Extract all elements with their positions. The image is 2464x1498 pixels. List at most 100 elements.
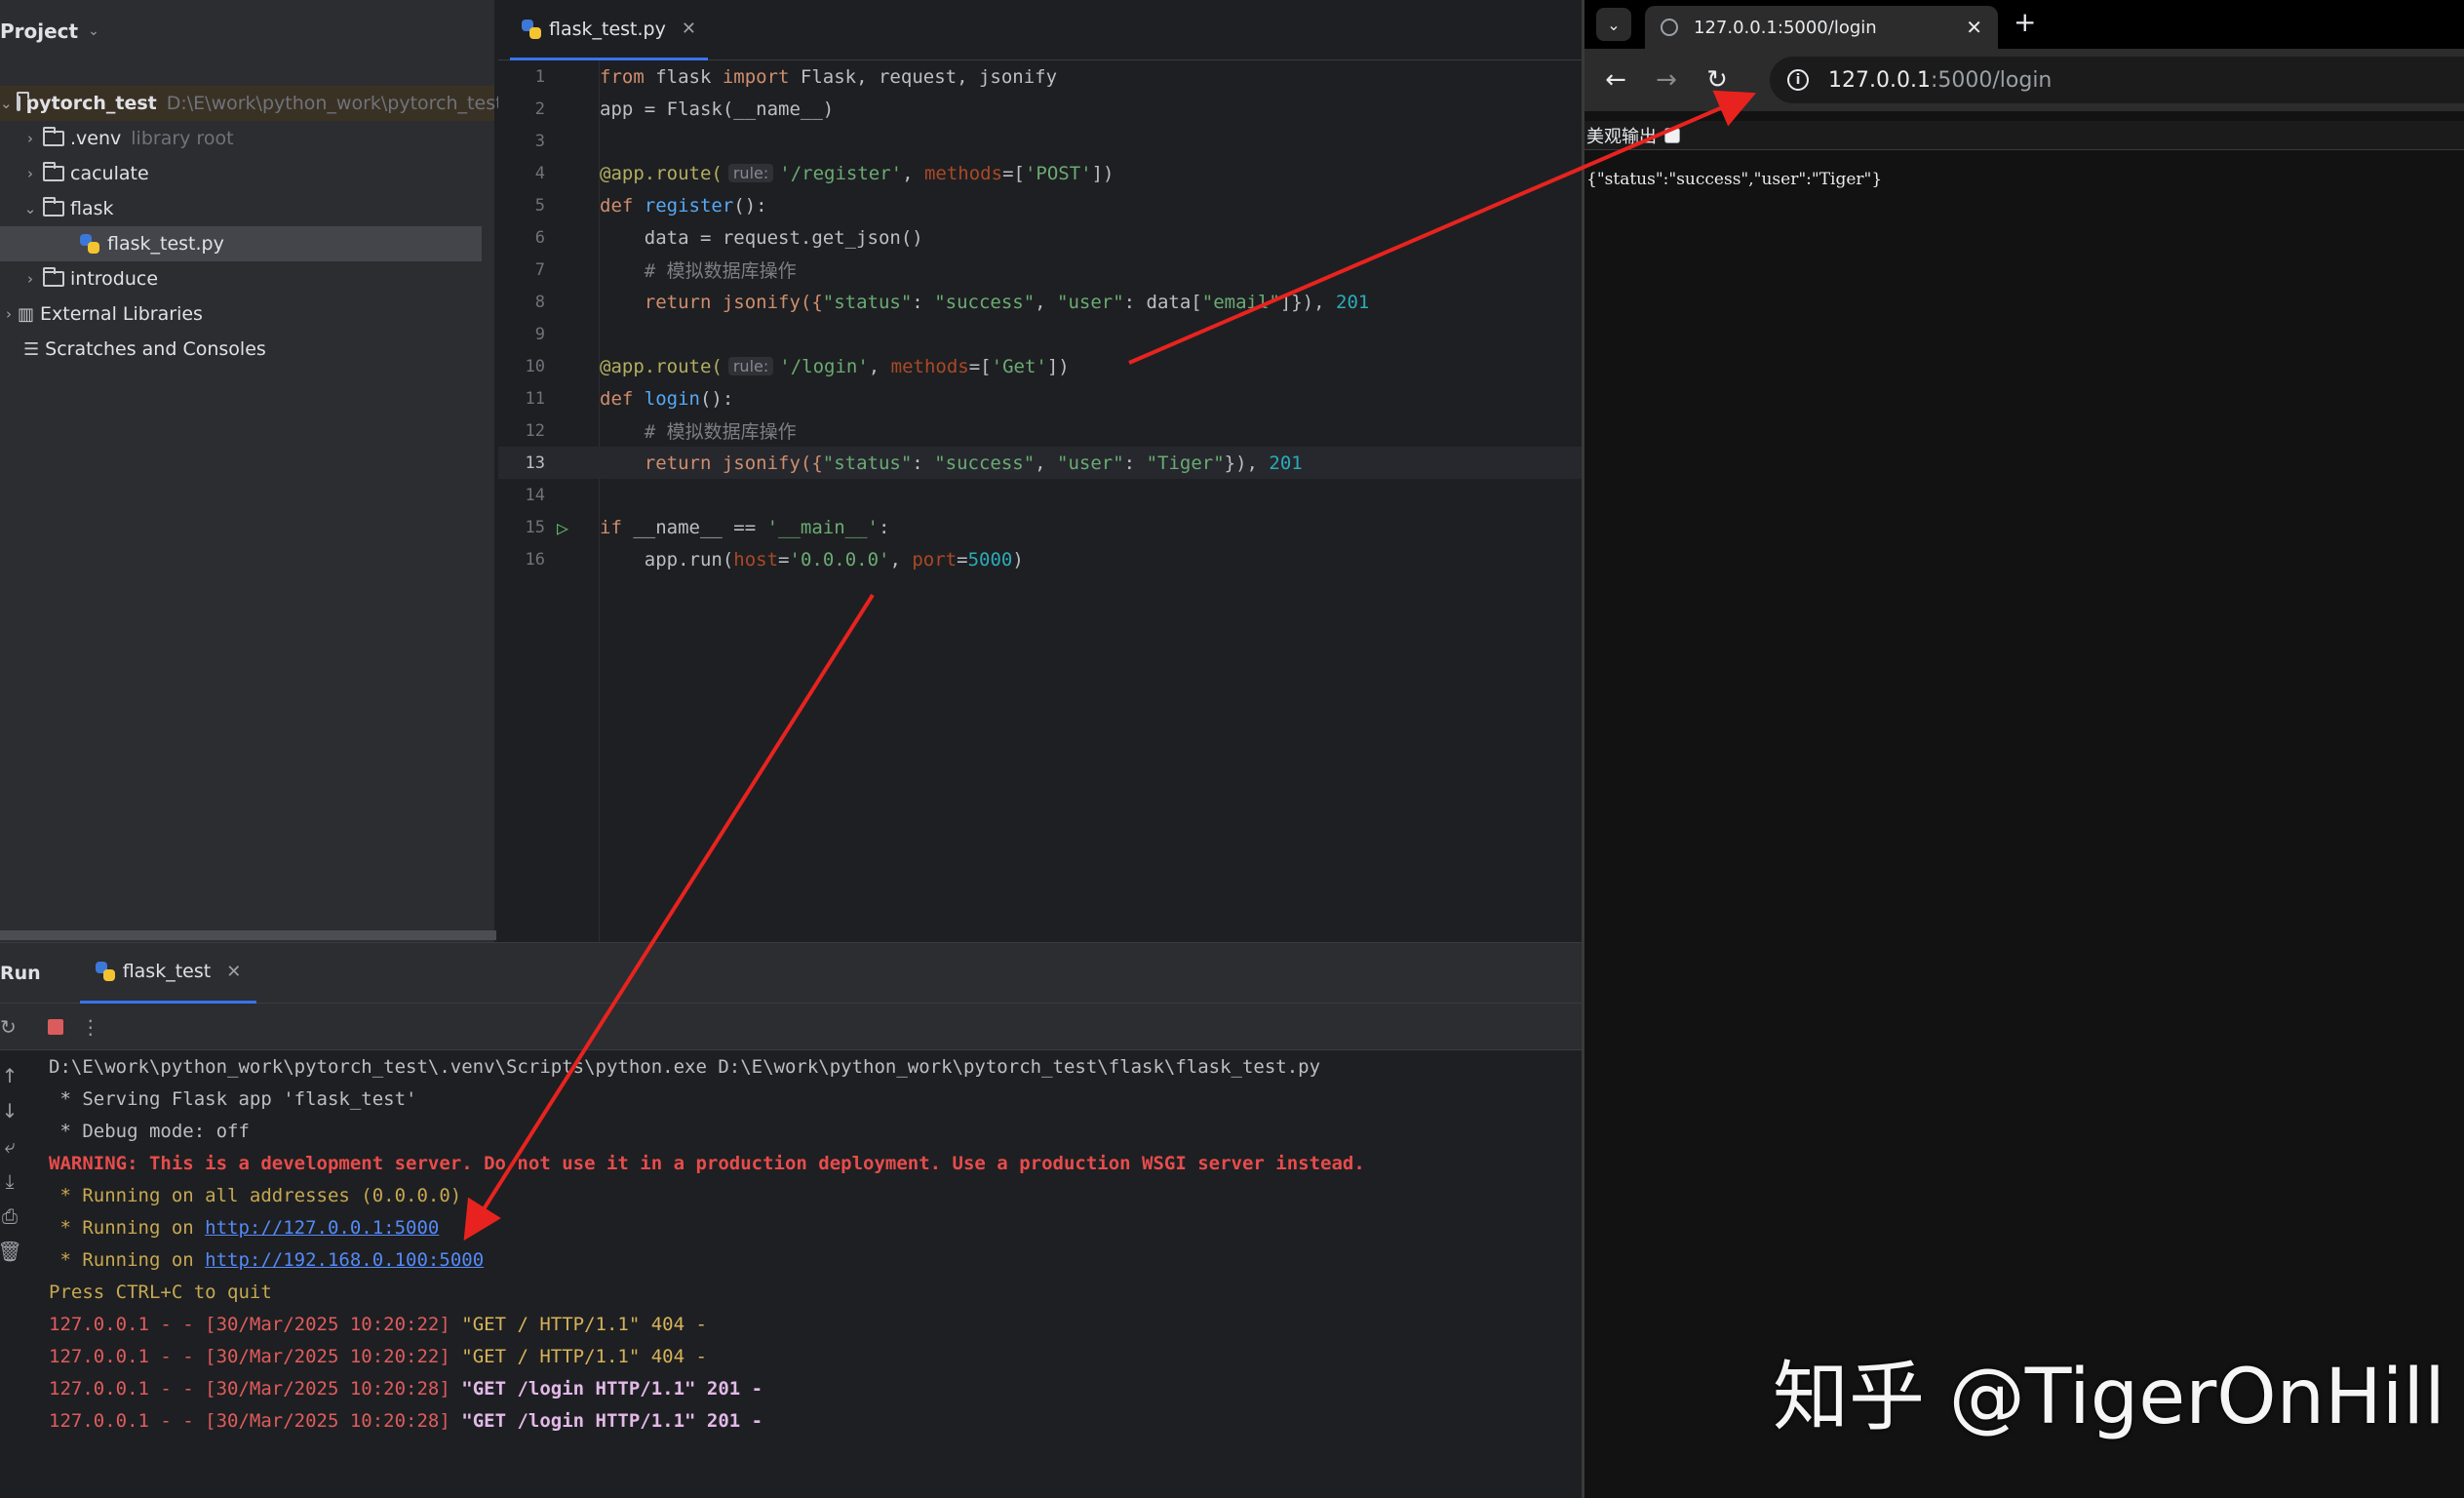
ide-window: Project ⌄ ⌄ pytorch_test D:\E\work\pytho… — [0, 0, 1582, 1498]
browser-tab[interactable]: 127.0.0.1:5000/login ✕ — [1645, 6, 1998, 49]
print-icon[interactable]: ⎙ — [2, 1204, 18, 1228]
code-token: data = request.get_json() — [600, 226, 923, 249]
code-token: @app.route( — [600, 355, 723, 377]
code-token: , — [889, 548, 913, 571]
tree-item-scratches[interactable]: ☰ Scratches and Consoles — [0, 332, 494, 367]
back-icon[interactable]: ← — [1590, 65, 1641, 95]
chevron-right-icon[interactable]: › — [21, 165, 39, 182]
line-number: 1 — [534, 66, 545, 87]
line-number: 6 — [534, 227, 545, 248]
line-number: 2 — [534, 99, 545, 119]
close-icon[interactable]: ✕ — [226, 962, 241, 982]
code-line: 14 — [498, 479, 1582, 511]
code-token: @app.route( — [600, 162, 723, 184]
code-token: ]) — [1091, 162, 1115, 184]
run-toolbar: ↻ ⋮ — [0, 1004, 1582, 1050]
tree-item-caculate[interactable]: › caculate — [0, 156, 494, 191]
log-prefix: 127.0.0.1 - - [30/Mar/2025 10:20:28] — [49, 1409, 462, 1432]
chevron-down-icon[interactable]: ⌄ — [21, 200, 39, 217]
code-token: "success" — [934, 291, 1036, 313]
forward-icon[interactable]: → — [1641, 65, 1692, 95]
code-token: host — [733, 548, 779, 571]
code-token: ) — [1012, 548, 1024, 571]
folder-icon — [16, 92, 29, 111]
console-log-line: 127.0.0.1 - - [30/Mar/2025 10:20:22] "GE… — [49, 1308, 707, 1340]
console-line: Press CTRL+C to quit — [49, 1281, 272, 1303]
console-link-localhost[interactable]: http://127.0.0.1:5000 — [205, 1217, 439, 1239]
code-token: port — [912, 548, 958, 571]
tree-item-venv[interactable]: › .venv library root — [0, 121, 494, 156]
new-tab-icon[interactable]: + — [2014, 6, 2036, 38]
address-path: :5000/login — [1930, 67, 2053, 93]
reload-icon[interactable]: ↻ — [1692, 65, 1742, 95]
pretty-print-label: 美观输出 — [1586, 126, 1657, 147]
close-icon[interactable]: ✕ — [682, 19, 696, 39]
line-number: 10 — [525, 356, 545, 376]
code-token: "user" — [1057, 452, 1124, 474]
line-number: 16 — [525, 549, 545, 570]
code-line: 5 def register (): — [498, 189, 1582, 221]
rerun-icon[interactable]: ↻ — [0, 1015, 17, 1039]
more-options-icon[interactable]: ⋮ — [81, 1015, 100, 1039]
code-token: Flask, request, jsonify — [789, 65, 1058, 88]
browser-tab-title: 127.0.0.1:5000/login — [1694, 17, 1877, 38]
pretty-print-checkbox[interactable] — [1664, 127, 1680, 143]
arrow-up-icon[interactable]: ↑ — [2, 1064, 19, 1087]
chevron-down-icon[interactable]: ⌄ — [1596, 8, 1631, 41]
tree-item-label: introduce — [70, 268, 159, 290]
code-token: login — [644, 387, 700, 410]
code-token: import — [722, 65, 790, 88]
code-token: = — [778, 548, 790, 571]
run-gutter-icon[interactable]: ▷ — [545, 516, 600, 539]
console-link-lan[interactable]: http://192.168.0.100:5000 — [205, 1249, 484, 1271]
run-tab-flask-test[interactable]: flask_test ✕ — [79, 943, 257, 1004]
code-token: 5000 — [967, 548, 1013, 571]
project-header[interactable]: Project ⌄ — [0, 0, 494, 62]
chevron-down-icon[interactable]: ⌄ — [0, 95, 13, 112]
tree-item-pytorch-test[interactable]: ⌄ pytorch_test D:\E\work\python_work\pyt… — [0, 86, 503, 121]
log-suffix: 404 - — [640, 1313, 707, 1335]
console-line: * Running on http://127.0.0.1:5000 — [49, 1211, 439, 1243]
run-title: Run — [0, 962, 41, 984]
code-token: "Tiger" — [1146, 452, 1225, 474]
code-token: __name__ == — [621, 516, 767, 538]
chevron-right-icon[interactable]: › — [0, 305, 18, 323]
tree-item-external-libraries[interactable]: › ▥ External Libraries — [0, 296, 494, 332]
stop-icon[interactable] — [47, 1018, 63, 1035]
chevron-right-icon[interactable]: › — [21, 130, 39, 147]
tree-item-introduce[interactable]: › introduce — [0, 261, 494, 296]
code-line: 16 app.run(host = '0.0.0.0', port = 5000) — [498, 543, 1582, 575]
folder-icon — [43, 127, 64, 146]
close-icon[interactable]: ✕ — [1966, 16, 1982, 39]
line-number: 13 — [525, 453, 545, 473]
console-line: * Running on http://192.168.0.100:5000 — [49, 1243, 484, 1276]
code-line-current: 13 return jsonify({"status": "success", … — [498, 447, 1582, 479]
editor-tab-label: flask_test.py — [549, 18, 666, 40]
code-token: : data[ — [1123, 291, 1202, 313]
editor-tab-flask-test[interactable]: flask_test.py ✕ — [510, 0, 708, 60]
folder-icon — [43, 162, 64, 181]
console-line: D:\E\work\python_work\pytorch_test\.venv… — [49, 1055, 1321, 1078]
site-info-icon[interactable]: i — [1787, 69, 1809, 91]
scroll-to-end-icon[interactable]: ⤓ — [6, 1169, 15, 1193]
address-bar[interactable]: i 127.0.0.1:5000/login — [1770, 57, 2464, 103]
log-prefix: 127.0.0.1 - - [30/Mar/2025 10:20:22] — [49, 1313, 462, 1335]
tree-item-flask-test-py[interactable]: flask_test.py — [0, 226, 482, 261]
code-token: = — [957, 548, 968, 571]
tree-item-flask[interactable]: ⌄ flask — [0, 191, 494, 226]
chevron-right-icon[interactable]: › — [21, 270, 39, 288]
code-token: methods — [890, 355, 969, 377]
code-token: '/login' — [779, 355, 869, 377]
code-token: flask — [644, 65, 723, 88]
arrow-down-icon[interactable]: ↓ — [2, 1099, 19, 1123]
code-line: 4 @app.route(rule: '/register', methods =[… — [498, 157, 1582, 189]
chevron-down-icon[interactable]: ⌄ — [88, 23, 99, 39]
code-token: : — [1123, 452, 1147, 474]
project-scrollbar[interactable] — [0, 930, 496, 940]
tree-item-label: .venv — [70, 128, 122, 149]
code-token: ]}), — [1279, 291, 1337, 313]
tree-item-label: caculate — [70, 163, 149, 184]
code-editor[interactable]: flask_test.py ✕ 1 from flask import Flas… — [498, 0, 1582, 942]
trash-icon[interactable]: 🗑 — [0, 1240, 22, 1263]
soft-wrap-icon[interactable]: ⤶ — [4, 1134, 15, 1158]
